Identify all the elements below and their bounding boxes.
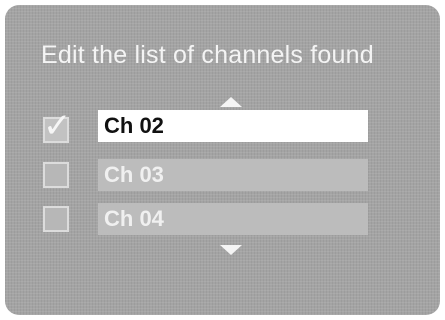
scroll-up-icon[interactable] <box>220 97 242 107</box>
channel-edit-screen: Edit the list of channels found ✓ Ch 02 … <box>5 5 440 315</box>
checkmark-icon: ✓ <box>43 106 72 146</box>
channel-checkbox-ch04[interactable] <box>43 206 69 232</box>
screen-title: Edit the list of channels found <box>41 41 374 69</box>
channel-checkbox-ch02[interactable]: ✓ <box>43 109 72 143</box>
channel-row-ch03[interactable]: Ch 03 <box>98 159 368 191</box>
channel-row-ch02[interactable]: Ch 02 <box>98 110 368 142</box>
channel-checkbox-ch03[interactable] <box>43 162 69 188</box>
channel-row-ch04[interactable]: Ch 04 <box>98 203 368 235</box>
scroll-down-icon[interactable] <box>220 245 242 255</box>
